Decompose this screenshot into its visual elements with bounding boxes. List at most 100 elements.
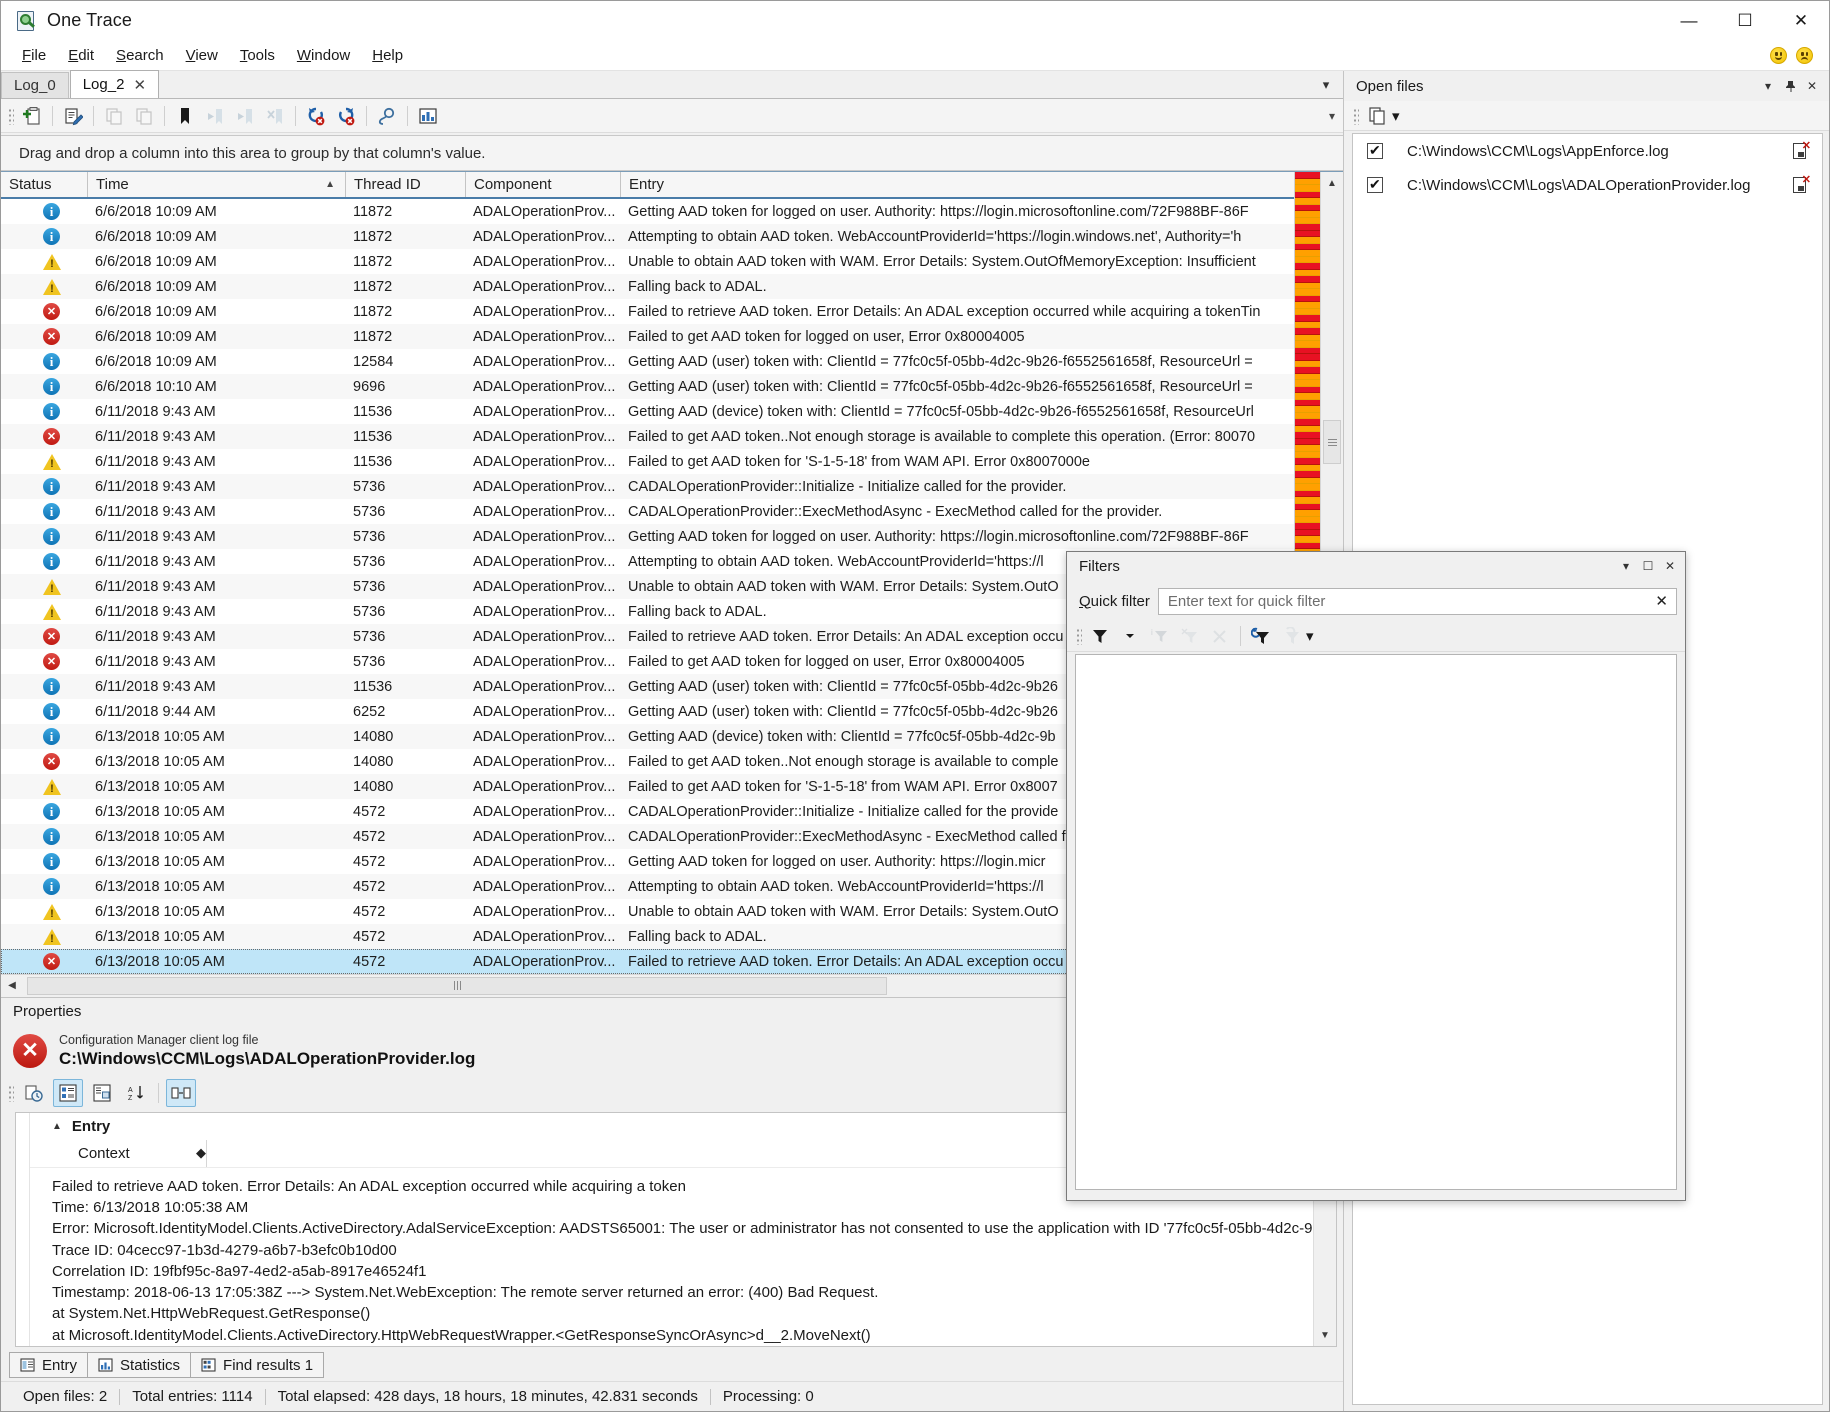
open-files-toolbar-grip[interactable] — [1352, 107, 1359, 125]
edit-log-icon[interactable] — [59, 103, 87, 129]
column-header-status[interactable]: Status — [1, 172, 87, 197]
statistics-icon[interactable] — [414, 103, 442, 129]
table-row[interactable]: 6/11/2018 9:43 AM5736ADALOperationProv..… — [1, 524, 1294, 549]
minimize-button[interactable]: — — [1661, 1, 1717, 41]
tab-overflow-chevron-down-icon[interactable]: ▾ — [1317, 76, 1335, 94]
delete-filter-icon[interactable] — [1176, 623, 1204, 649]
cell-thread-id: 5736 — [345, 479, 465, 495]
filters-close-icon[interactable]: ✕ — [1659, 555, 1681, 577]
filters-toolbar-overflow-icon[interactable]: ▾ — [1306, 627, 1314, 645]
group-by-drop-area[interactable]: Drag and drop a column into this area to… — [1, 135, 1343, 171]
send-a-frown-icon[interactable] — [1796, 47, 1813, 64]
toolbar-overflow-icon[interactable]: ▾ — [1329, 109, 1335, 123]
scroll-up-icon[interactable]: ▲ — [1321, 172, 1343, 194]
open-log-icon[interactable] — [18, 103, 46, 129]
table-row[interactable]: 6/6/2018 10:10 AM9696ADALOperationProv..… — [1, 374, 1294, 399]
table-row[interactable]: 6/6/2018 10:09 AM11872ADALOperationProv.… — [1, 299, 1294, 324]
next-error-icon[interactable] — [332, 103, 360, 129]
properties-scroll-down-icon[interactable]: ▼ — [1314, 1324, 1336, 1346]
open-files-toolbar-overflow-icon[interactable]: ▾ — [1392, 107, 1400, 125]
close-file-icon[interactable]: ✕ — [1790, 141, 1812, 161]
filters-toolbar-grip[interactable] — [1075, 627, 1082, 645]
filter-info-icon[interactable]: i — [1146, 623, 1174, 649]
column-header-entry[interactable]: Entry — [620, 172, 1294, 197]
tab-statistics[interactable]: Statistics — [87, 1352, 191, 1378]
cell-entry: Getting AAD (user) token with: ClientId … — [620, 379, 1294, 395]
table-row[interactable]: 6/6/2018 10:09 AM11872ADALOperationProv.… — [1, 324, 1294, 349]
filters-collapse-icon[interactable]: ▾ — [1615, 555, 1637, 577]
properties-toolbar-grip[interactable] — [7, 1084, 14, 1102]
expand-collapse-icon[interactable] — [166, 1079, 196, 1107]
close-button[interactable]: ✕ — [1773, 1, 1829, 41]
history-icon[interactable] — [19, 1079, 49, 1107]
add-filter-icon[interactable] — [1086, 623, 1114, 649]
table-row[interactable]: 6/11/2018 9:43 AM11536ADALOperationProv.… — [1, 424, 1294, 449]
list-item[interactable]: C:\Windows\CCM\Logs\AppEnforce.log✕ — [1353, 134, 1822, 168]
open-files-collapse-icon[interactable]: ▾ — [1757, 75, 1779, 97]
column-header-time[interactable]: Time ▲ — [87, 172, 345, 197]
cell-time: 6/13/2018 10:05 AM — [87, 954, 345, 970]
table-row[interactable]: 6/6/2018 10:09 AM11872ADALOperationProv.… — [1, 199, 1294, 224]
copy-icon[interactable] — [100, 103, 128, 129]
table-row[interactable]: 6/6/2018 10:09 AM11872ADALOperationProv.… — [1, 249, 1294, 274]
close-file-icon[interactable]: ✕ — [1790, 175, 1812, 195]
file-enabled-checkbox[interactable] — [1367, 143, 1383, 159]
file-path-label: C:\Windows\CCM\Logs\AppEnforce.log — [1407, 143, 1790, 160]
cell-entry: Falling back to ADAL. — [620, 279, 1294, 295]
open-files-close-icon[interactable]: ✕ — [1801, 75, 1823, 97]
quick-filter-clear-icon[interactable]: ✕ — [1651, 592, 1672, 610]
table-row[interactable]: 6/6/2018 10:09 AM12584ADALOperationProv.… — [1, 349, 1294, 374]
tab-find-results[interactable]: Find results 1 — [190, 1352, 324, 1378]
sort-alphabetical-icon[interactable]: AZ — [121, 1079, 151, 1107]
quick-filter-input[interactable] — [1166, 592, 1652, 611]
send-a-smile-icon[interactable] — [1770, 47, 1787, 64]
column-header-thread-id[interactable]: Thread ID — [345, 172, 465, 197]
clear-bookmarks-icon[interactable] — [261, 103, 289, 129]
table-row[interactable]: 6/11/2018 9:43 AM5736ADALOperationProv..… — [1, 474, 1294, 499]
detail-line: Error: Microsoft.IdentityModel.Clients.A… — [52, 1218, 1313, 1239]
cell-component: ADALOperationProv... — [465, 379, 620, 395]
next-bookmark-icon[interactable] — [231, 103, 259, 129]
menu-help[interactable]: Help — [361, 44, 414, 67]
menu-tools[interactable]: Tools — [229, 44, 286, 67]
raw-view-icon[interactable] — [87, 1079, 117, 1107]
table-row[interactable]: 6/11/2018 9:43 AM11536ADALOperationProv.… — [1, 399, 1294, 424]
table-row[interactable]: 6/11/2018 9:43 AM5736ADALOperationProv..… — [1, 499, 1294, 524]
maximize-button[interactable]: ☐ — [1717, 1, 1773, 41]
copy-all-icon[interactable] — [130, 103, 158, 129]
cell-thread-id: 11872 — [345, 329, 465, 345]
file-enabled-checkbox[interactable] — [1367, 177, 1383, 193]
find-icon[interactable] — [373, 103, 401, 129]
filters-list-canvas[interactable] — [1075, 654, 1677, 1190]
categorized-view-icon[interactable] — [53, 1079, 83, 1107]
clear-all-filters-icon[interactable] — [1206, 623, 1234, 649]
group-expander-icon[interactable]: ▲ — [52, 1121, 62, 1132]
menu-view[interactable]: View — [175, 44, 229, 67]
column-header-component[interactable]: Component — [465, 172, 620, 197]
apply-filter-icon[interactable] — [1247, 623, 1275, 649]
open-files-pin-icon[interactable] — [1779, 75, 1801, 97]
menu-edit[interactable]: Edit — [57, 44, 105, 67]
menu-window[interactable]: Window — [286, 44, 361, 67]
table-row[interactable]: 6/11/2018 9:43 AM11536ADALOperationProv.… — [1, 449, 1294, 474]
bookmark-icon[interactable] — [171, 103, 199, 129]
tab-log-0[interactable]: Log_0 — [1, 72, 69, 98]
scroll-left-icon[interactable]: ◀ — [1, 975, 23, 997]
horizontal-scroll-thumb[interactable] — [27, 977, 887, 995]
table-row[interactable]: 6/6/2018 10:09 AM11872ADALOperationProv.… — [1, 274, 1294, 299]
close-all-files-icon[interactable] — [1363, 103, 1391, 129]
reapply-filter-icon[interactable] — [1277, 623, 1305, 649]
tab-log-2[interactable]: Log_2 ✕ — [70, 70, 159, 98]
filters-maximize-icon[interactable]: ☐ — [1637, 555, 1659, 577]
menu-file[interactable]: File — [11, 44, 57, 67]
menu-search[interactable]: Search — [105, 44, 175, 67]
vertical-scroll-thumb[interactable] — [1323, 420, 1341, 464]
toolbar-grip[interactable] — [7, 107, 14, 125]
filter-dropdown-chevron-down-icon[interactable] — [1116, 623, 1144, 649]
previous-error-icon[interactable] — [302, 103, 330, 129]
table-row[interactable]: 6/6/2018 10:09 AM11872ADALOperationProv.… — [1, 224, 1294, 249]
list-item[interactable]: C:\Windows\CCM\Logs\ADALOperationProvide… — [1353, 168, 1822, 202]
tab-log-2-close-icon[interactable]: ✕ — [133, 76, 146, 94]
tab-entry[interactable]: Entry — [9, 1352, 88, 1378]
previous-bookmark-icon[interactable] — [201, 103, 229, 129]
